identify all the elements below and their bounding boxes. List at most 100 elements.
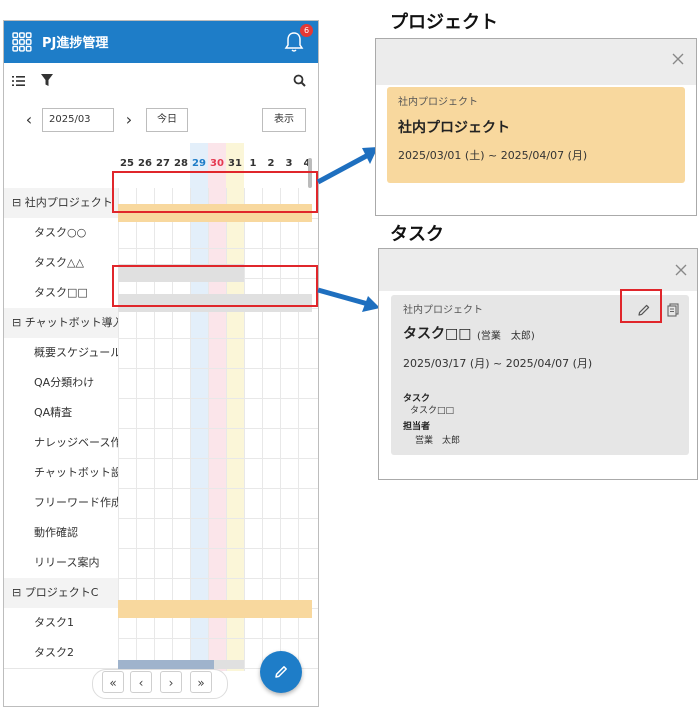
gantt-chart: 25 26 27 28 29 30 31 1 2 3 4 ⊟ 社内プロジェクト タスク○○ タスク△△ タ…: [4, 143, 318, 671]
search-icon[interactable]: [293, 74, 306, 87]
grid-line: [244, 188, 245, 671]
task-row[interactable]: 動作確認: [4, 518, 118, 549]
row-divider: [118, 638, 318, 639]
app-title: PJ進捗管理: [42, 36, 109, 51]
task-name: タスク□□: [403, 326, 472, 342]
show-button[interactable]: 表示: [262, 108, 306, 132]
apps-grid-icon[interactable]: [12, 32, 32, 52]
day-header-label: 27: [156, 158, 170, 169]
row-divider: [118, 578, 318, 579]
day-header-label: 25: [120, 158, 134, 169]
task-row[interactable]: チャットボット設定: [4, 458, 118, 489]
project-callout-heading: プロジェクト: [390, 12, 498, 33]
task-row[interactable]: タスク□□: [4, 278, 118, 309]
highlight-project-row: [112, 171, 318, 213]
prev-month-button[interactable]: ‹: [18, 110, 40, 132]
copy-icon[interactable]: [667, 303, 679, 317]
grid-line: [298, 188, 299, 671]
day-header-label: 1: [249, 158, 257, 169]
today-column: [226, 143, 244, 671]
grid-line: [136, 188, 137, 671]
grid-line: [154, 188, 155, 671]
day-header-label: 29: [192, 158, 206, 169]
project-period: 2025/03/01 (土) ~ 2025/04/07 (月): [398, 149, 588, 162]
task-detail-dialog: 社内プロジェクト タスク□□ (営業 太郎) 2025/03/17 (月) ~ …: [378, 248, 698, 480]
day-header-label: 30: [210, 158, 224, 169]
prev-page-button[interactable]: ‹: [130, 671, 152, 693]
app-header: PJ進捗管理 6: [4, 21, 318, 63]
grid-line: [280, 188, 281, 671]
row-divider: [118, 458, 318, 459]
task-row[interactable]: 概要スケジュール…: [4, 338, 118, 369]
last-page-button[interactable]: »: [190, 671, 212, 693]
next-month-button[interactable]: ›: [118, 110, 140, 132]
row-divider: [118, 488, 318, 489]
row-divider: [118, 338, 318, 339]
project-row[interactable]: ⊟ 社内プロジェクト: [4, 188, 118, 219]
project-row[interactable]: ⊟ チャットボット導入: [4, 308, 118, 339]
first-page-button[interactable]: «: [102, 671, 124, 693]
row-divider: [118, 548, 318, 549]
row-divider: [118, 518, 318, 519]
month-input[interactable]: 2025/03: [42, 108, 114, 132]
owner-field-label: 担当者: [403, 422, 431, 432]
task-bar-2-remaining[interactable]: [214, 660, 244, 669]
edit-fab-button[interactable]: [260, 651, 302, 693]
project-card[interactable]: 社内プロジェクト 社内プロジェクト 2025/03/01 (土) ~ 2025/…: [387, 87, 685, 183]
task-row[interactable]: ナレッジベース作成: [4, 428, 118, 459]
dialog-header: [379, 249, 697, 291]
list-icon[interactable]: [12, 75, 25, 87]
dialog-header: [376, 39, 696, 85]
day-header-label: 2: [267, 158, 275, 169]
notification-badge: 6: [300, 24, 313, 37]
project-name: 社内プロジェクト: [398, 120, 510, 136]
project-small-label: 社内プロジェクト: [398, 97, 478, 108]
task-bar-2[interactable]: [118, 660, 214, 669]
owner-field-value: 営業 太郎: [415, 436, 461, 446]
row-divider: [118, 248, 318, 249]
task-row[interactable]: タスク○○: [4, 218, 118, 249]
pager: « ‹ › »: [92, 669, 228, 699]
close-icon[interactable]: [675, 264, 687, 276]
task-row[interactable]: QA分類わけ: [4, 368, 118, 399]
close-icon[interactable]: [672, 53, 684, 65]
highlight-task-row: [112, 265, 318, 307]
grid-line: [262, 188, 263, 671]
day-header-label: 28: [174, 158, 188, 169]
task-callout-heading: タスク: [390, 224, 444, 245]
grid-line: [190, 188, 191, 671]
day-header-label: 26: [138, 158, 152, 169]
toolbar: [4, 63, 318, 100]
task-project-label: 社内プロジェクト: [403, 305, 483, 316]
project-row[interactable]: ⊟ プロジェクトC: [4, 578, 118, 609]
row-divider: [118, 368, 318, 369]
project-detail-dialog: 社内プロジェクト 社内プロジェクト 2025/03/01 (土) ~ 2025/…: [375, 38, 697, 216]
today-button[interactable]: 今日: [146, 108, 188, 132]
grid-line: [226, 188, 227, 671]
grid-line: [172, 188, 173, 671]
task-row[interactable]: タスク1: [4, 608, 118, 639]
task-assignee-inline: (営業 太郎): [477, 331, 535, 342]
task-field-value: タスク□□: [410, 406, 455, 416]
grid-line: [118, 188, 119, 671]
mobile-app-screen: PJ進捗管理 6 ‹ 2025/03 › 今日 表示 25 26 27 28 2…: [3, 20, 319, 707]
date-navigation: ‹ 2025/03 › 今日 表示: [4, 99, 318, 143]
pencil-icon: [275, 666, 287, 678]
grid-line: [208, 188, 209, 671]
day-header-label: 3: [285, 158, 293, 169]
project-bar-c[interactable]: [118, 600, 312, 618]
day-header-label: 31: [228, 158, 242, 169]
task-row[interactable]: リリース案内: [4, 548, 118, 579]
row-divider: [118, 428, 318, 429]
weekend-saturday-column: [190, 143, 208, 671]
task-row[interactable]: タスク△△: [4, 248, 118, 279]
task-row[interactable]: QA精査: [4, 398, 118, 429]
row-divider: [118, 398, 318, 399]
next-page-button[interactable]: ›: [160, 671, 182, 693]
task-period: 2025/03/17 (月) ~ 2025/04/07 (月): [403, 357, 593, 370]
filter-icon[interactable]: [41, 74, 53, 87]
highlight-edit-icon: [620, 289, 662, 323]
weekend-sunday-column: [208, 143, 226, 671]
task-row[interactable]: タスク2: [4, 638, 118, 669]
task-row[interactable]: フリーワード作成: [4, 488, 118, 519]
